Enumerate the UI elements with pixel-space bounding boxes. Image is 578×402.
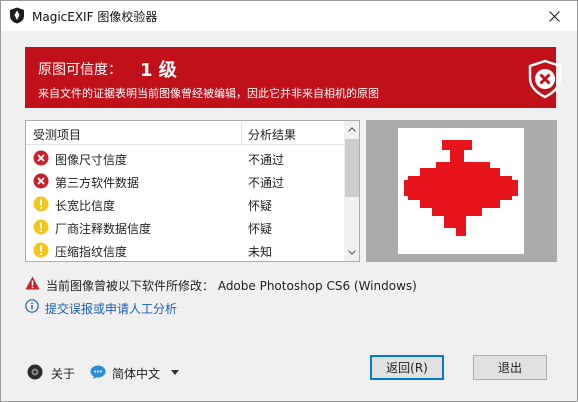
window-title: MagicEXIF 图像校验器 xyxy=(32,10,158,24)
close-icon xyxy=(548,10,560,22)
exit-button[interactable]: 退出 xyxy=(473,355,547,380)
scroll-down-button[interactable] xyxy=(344,244,359,261)
table-row[interactable]: 厂商注释数据信度 怀疑 xyxy=(26,215,344,238)
warning-icon xyxy=(33,219,49,235)
app-shield-icon xyxy=(10,7,24,24)
row-result-label: 未知 xyxy=(248,245,273,259)
row-item-label: 第三方软件数据 xyxy=(55,176,140,190)
row-result-label: 不通过 xyxy=(248,153,285,167)
credibility-banner: 原图可信度： 1 级 来自文件的证据表明当前图像曾经被编辑，因此它并非来自相机的… xyxy=(25,47,562,108)
chevron-down-icon xyxy=(348,250,356,255)
row-item-label: 图像尺寸信度 xyxy=(55,153,128,167)
about-icon xyxy=(27,364,43,380)
language-icon xyxy=(90,365,106,379)
table-row[interactable]: 图像尺寸信度 不通过 xyxy=(26,146,344,169)
row-item-label: 压缩指纹信度 xyxy=(55,245,128,259)
row-result-label: 不通过 xyxy=(248,176,285,190)
preview-thumbnail xyxy=(398,128,524,254)
table-row[interactable]: 长宽比信度 怀疑 xyxy=(26,192,344,215)
report-link-text[interactable]: 提交误报或申请人工分析 xyxy=(45,300,177,317)
chevron-up-icon xyxy=(348,127,356,132)
red-pipe-thumbnail xyxy=(404,140,518,236)
analysis-table[interactable]: 受测项目 分析结果 图像尺寸信度 不通过 第三方软件数据 不通过 长宽比信度 怀… xyxy=(25,120,360,262)
credibility-label: 原图可信度： xyxy=(38,62,122,78)
row-result-label: 怀疑 xyxy=(248,199,273,213)
warning-icon xyxy=(33,242,49,258)
scroll-up-button[interactable] xyxy=(344,121,359,138)
credibility-grade: 1 级 xyxy=(140,60,177,81)
column-header-result[interactable]: 分析结果 xyxy=(248,126,296,143)
warning-triangle-icon xyxy=(25,276,40,290)
back-button[interactable]: 返回(R) xyxy=(370,355,444,380)
warning-icon xyxy=(33,196,49,212)
error-icon xyxy=(33,173,49,189)
row-item-label: 长宽比信度 xyxy=(55,199,116,213)
row-item-label: 厂商注释数据信度 xyxy=(55,222,152,236)
chevron-down-icon xyxy=(171,370,179,375)
app-window: MagicEXIF 图像校验器 原图可信度： 1 级 来自文件的证据表明当前图像… xyxy=(0,0,578,402)
close-button[interactable] xyxy=(531,1,577,31)
column-header-item[interactable]: 受测项目 xyxy=(33,126,81,143)
title-bar[interactable]: MagicEXIF 图像校验器 xyxy=(1,1,577,31)
language-label: 简体中文 xyxy=(112,367,161,381)
shield-x-icon xyxy=(528,59,562,99)
credibility-message: 来自文件的证据表明当前图像曾经被编辑，因此它并非来自相机的原图 xyxy=(38,87,379,100)
row-result-label: 怀疑 xyxy=(248,222,273,236)
column-divider[interactable] xyxy=(241,121,242,145)
table-scrollbar[interactable] xyxy=(344,121,359,261)
table-row[interactable]: 第三方软件数据 不通过 xyxy=(26,169,344,192)
scroll-thumb[interactable] xyxy=(345,139,359,197)
error-icon xyxy=(33,150,49,166)
table-row[interactable]: 压缩指纹信度 未知 xyxy=(26,238,344,261)
modified-by-text: 当前图像曾被以下软件所修改： Adobe Photoshop CS6 (Wind… xyxy=(46,279,417,293)
table-header: 受测项目 分析结果 xyxy=(26,121,344,145)
image-preview xyxy=(366,120,557,262)
about-label: 关于 xyxy=(51,367,76,381)
info-icon xyxy=(25,299,39,313)
